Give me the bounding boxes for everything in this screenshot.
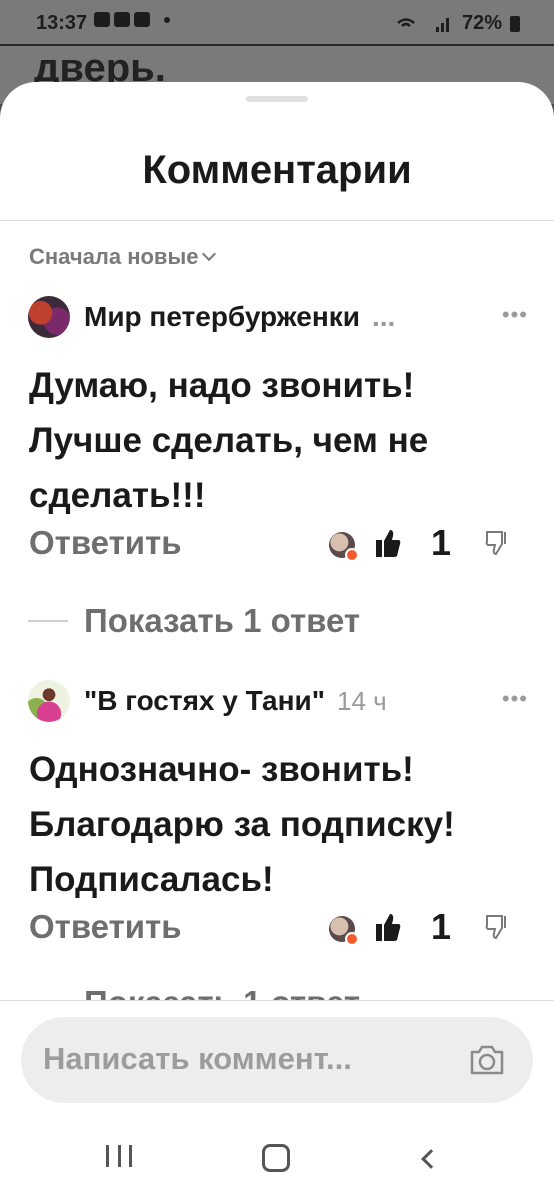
sheet-title: Комментарии bbox=[142, 148, 412, 192]
more-dots-icon[interactable]: ••• bbox=[502, 686, 528, 712]
recent-apps-icon[interactable] bbox=[106, 1145, 132, 1173]
comment-text-line: Подписалась! bbox=[29, 860, 274, 899]
reply-button[interactable]: Ответить bbox=[29, 908, 182, 946]
comment-header: Мир петербурженки ... ••• bbox=[28, 294, 528, 340]
like-count: 1 bbox=[431, 906, 452, 947]
comment-author[interactable]: Мир петербурженки bbox=[84, 301, 360, 333]
comment-input-placeholder: Написать коммент... bbox=[43, 1041, 352, 1076]
comment-actions: Ответить 1 bbox=[29, 522, 529, 574]
check-notification-icon bbox=[134, 12, 150, 27]
sort-label: Сначала новые bbox=[29, 244, 199, 269]
show-replies-label: Показать 1 ответ bbox=[84, 602, 361, 639]
more-dots-icon[interactable]: ••• bbox=[502, 302, 528, 328]
show-replies-button[interactable]: Показать 1 ответ bbox=[28, 602, 360, 640]
comment-input[interactable]: Написать коммент... bbox=[21, 1017, 533, 1103]
thumbs-down-icon[interactable] bbox=[485, 530, 509, 556]
status-bar: 13:37 72% bbox=[0, 0, 554, 44]
gallery-notification-icon bbox=[94, 12, 110, 27]
avatar[interactable] bbox=[28, 296, 70, 338]
camera-icon[interactable] bbox=[469, 1043, 505, 1077]
replies-line bbox=[28, 620, 68, 622]
battery-percent: 72% bbox=[461, 12, 502, 34]
sort-dropdown[interactable]: Сначала новые bbox=[29, 244, 217, 270]
comment-text: Однозначно- звонить! Благодарю за подпис… bbox=[29, 742, 529, 907]
thumbs-up-icon[interactable] bbox=[375, 912, 401, 942]
comment-actions: Ответить 1 bbox=[29, 906, 529, 958]
thumbs-up-icon[interactable] bbox=[375, 528, 401, 558]
back-icon[interactable] bbox=[421, 1149, 441, 1169]
heart-icon bbox=[345, 548, 359, 562]
comment-text-line: Благодарю за подписку! bbox=[29, 805, 455, 844]
reply-button[interactable]: Ответить bbox=[29, 524, 182, 562]
chevron-down-icon bbox=[202, 246, 217, 262]
liker-avatar bbox=[329, 916, 359, 946]
liker-avatar bbox=[329, 532, 359, 562]
status-time: 13:37 bbox=[36, 12, 88, 34]
comment-author[interactable]: "В гостях у Тани" bbox=[84, 685, 325, 717]
like-count: 1 bbox=[431, 522, 452, 563]
home-icon[interactable] bbox=[262, 1144, 290, 1172]
comment-header: "В гостях у Тани" 14 ч ••• bbox=[28, 678, 528, 724]
comment-text-line: Думаю, надо звонить! bbox=[29, 366, 415, 405]
comment-text: Думаю, надо звонить! Лучше сделать, чем … bbox=[29, 358, 529, 523]
notification-icons bbox=[94, 12, 170, 27]
divider bbox=[0, 220, 554, 221]
comments-sheet: Комментарии Сначала новые Мир петербурже… bbox=[0, 82, 554, 1200]
system-icons: 72% bbox=[396, 12, 520, 35]
author-truncation: ... bbox=[371, 301, 396, 332]
battery-icon bbox=[510, 15, 520, 32]
sheet-drag-handle[interactable] bbox=[246, 96, 308, 102]
comment-text-line: сделать!!! bbox=[29, 476, 206, 515]
thumbs-down-icon[interactable] bbox=[485, 914, 509, 940]
system-nav-bar bbox=[0, 1102, 554, 1200]
wifi-signal-icon bbox=[397, 17, 449, 32]
comment-text-line: Однозначно- звонить! bbox=[29, 750, 414, 789]
comment-text-line: Лучше сделать, чем не bbox=[29, 421, 429, 460]
heart-icon bbox=[345, 932, 359, 946]
more-notifications-icon bbox=[164, 16, 170, 23]
avatar[interactable] bbox=[28, 680, 70, 722]
mail-notification-icon bbox=[114, 12, 130, 27]
comment-time: 14 ч bbox=[337, 685, 387, 716]
